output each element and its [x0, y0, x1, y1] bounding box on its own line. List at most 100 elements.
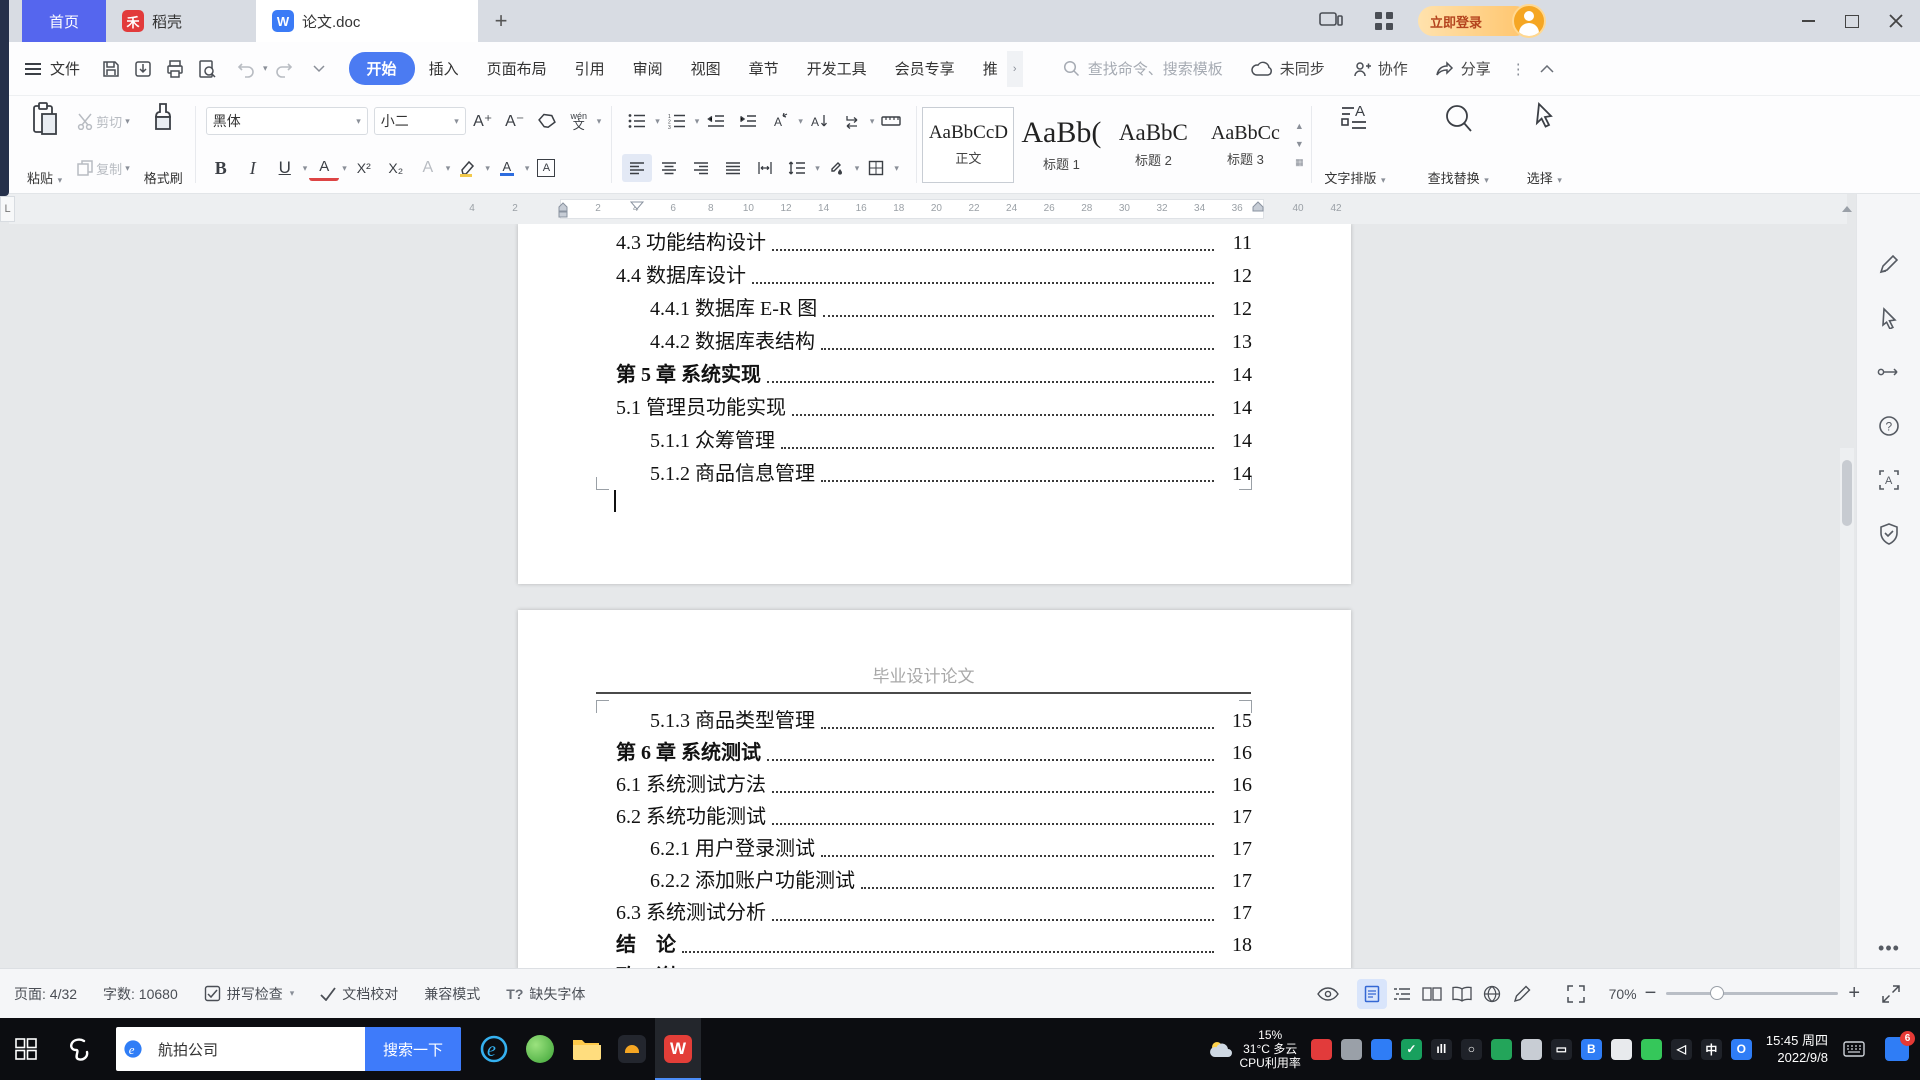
taskbar-search-button[interactable]: 搜索一下: [365, 1027, 461, 1071]
print-preview-icon[interactable]: [194, 56, 220, 82]
document-page-1[interactable]: 4.3 功能结构设计 11 4.4 数据库设计 12 4.4.1 数据库 E-R 图 12…: [518, 224, 1351, 584]
web-view-icon[interactable]: [1477, 979, 1507, 1009]
toc-row[interactable]: 4.4.2 数据库表结构 13: [596, 326, 1252, 359]
font-size-select[interactable]: 小二 ▾: [373, 107, 466, 135]
text-direction-icon[interactable]: [837, 107, 867, 135]
fit-page-icon[interactable]: [1561, 979, 1591, 1009]
word-count[interactable]: 字数: 10680: [103, 984, 178, 1004]
tab-stop-selector[interactable]: L: [0, 196, 15, 222]
numbered-list-icon[interactable]: 123: [662, 107, 692, 135]
rail-more-icon[interactable]: •••: [1871, 930, 1907, 966]
shading-button[interactable]: [822, 154, 852, 182]
tray-icon-12[interactable]: [1640, 1038, 1662, 1060]
help-icon[interactable]: ?: [1871, 408, 1907, 444]
tray-icon-15[interactable]: O: [1730, 1038, 1752, 1060]
menu-tab-review[interactable]: 审阅: [619, 52, 677, 85]
toc-row[interactable]: 5.1 管理员功能实现 14: [596, 392, 1252, 425]
menu-scroll-right[interactable]: ›: [1006, 50, 1023, 87]
tray-icon-6[interactable]: ○: [1460, 1038, 1482, 1060]
weather-cpu-widget[interactable]: 15% 31°C 多云 CPU利用率: [1208, 1028, 1301, 1070]
toc-row[interactable]: 第 5 章 系统实现 14: [596, 359, 1252, 392]
tab-document[interactable]: W 论文.doc: [256, 0, 478, 42]
ie-browser-icon[interactable]: e: [471, 1018, 517, 1080]
more-commands-icon[interactable]: [306, 56, 332, 82]
tray-icon-8[interactable]: [1520, 1038, 1542, 1060]
eye-protect-icon[interactable]: [1313, 979, 1343, 1009]
avatar[interactable]: [1512, 4, 1546, 38]
tray-icon-4[interactable]: ✓: [1400, 1038, 1422, 1060]
toc-row[interactable]: 5.1.1 众筹管理 14: [596, 425, 1252, 458]
menu-tab-dev-tools[interactable]: 开发工具: [793, 52, 881, 85]
file-menu[interactable]: 文件: [24, 58, 80, 79]
line-spacing-button[interactable]: [782, 154, 812, 182]
phonetic-guide-icon[interactable]: wén 文: [564, 107, 594, 135]
menu-tab-recommend[interactable]: 推: [969, 52, 1007, 85]
font-color-accent-button[interactable]: A: [309, 156, 340, 181]
decrease-indent-icon[interactable]: [701, 107, 731, 135]
style-normal[interactable]: AaBbCcD 正文: [922, 106, 1015, 183]
select-button[interactable]: 选择 ▾: [1519, 96, 1570, 193]
zoom-slider[interactable]: [1666, 986, 1839, 1000]
text-effects-button[interactable]: A: [413, 154, 443, 182]
undo-icon[interactable]: [233, 56, 259, 82]
scrollbar-thumb[interactable]: [1842, 460, 1852, 526]
tray-icon-5[interactable]: ıll: [1430, 1038, 1452, 1060]
tab-ruler-icon[interactable]: [876, 107, 906, 135]
quick-pen-icon[interactable]: [1871, 246, 1907, 282]
undo-caret[interactable]: ▾: [263, 63, 268, 74]
minimize-button[interactable]: [1786, 0, 1830, 42]
menu-tab-member[interactable]: 会员专享: [881, 52, 969, 85]
collapse-ribbon-icon[interactable]: [1540, 64, 1554, 73]
book-view-icon[interactable]: [1447, 979, 1477, 1009]
output-icon[interactable]: [130, 56, 156, 82]
tray-icon-7[interactable]: [1490, 1038, 1512, 1060]
proofread-button[interactable]: 文档校对: [320, 984, 398, 1004]
right-indent-marker[interactable]: [1251, 199, 1265, 222]
toc-row[interactable]: 4.4 数据库设计 12: [596, 260, 1252, 293]
collaborate-button[interactable]: 协作: [1353, 58, 1408, 79]
tray-icon-2[interactable]: [1340, 1038, 1362, 1060]
side-panel-strip[interactable]: [0, 0, 9, 196]
menu-tab-section[interactable]: 章节: [735, 52, 793, 85]
format-painter-button[interactable]: 格式刷: [136, 96, 191, 193]
zoom-in-button[interactable]: +: [1848, 982, 1860, 1005]
more-menu-icon[interactable]: ⋮: [1511, 60, 1526, 78]
page-view-icon[interactable]: [1356, 978, 1387, 1009]
align-right-button[interactable]: [686, 154, 716, 182]
toc-row[interactable]: 结 论 18: [596, 930, 1252, 962]
distribute-button[interactable]: [750, 154, 780, 182]
superscript-button[interactable]: X²: [349, 154, 379, 182]
taskbar-search-text[interactable]: 航拍公司: [150, 1039, 365, 1060]
tray-icon-10[interactable]: B: [1580, 1038, 1602, 1060]
scroll-up-icon[interactable]: [1841, 200, 1853, 218]
share-button[interactable]: 分享: [1435, 58, 1491, 79]
edit-pen-icon[interactable]: [1507, 979, 1537, 1009]
tray-icon-9[interactable]: ▭: [1550, 1038, 1572, 1060]
styles-expand-icon[interactable]: ▦: [1295, 157, 1304, 168]
wps-app-icon[interactable]: W: [655, 1018, 701, 1080]
style-heading3[interactable]: AaBbCc 标题 3: [1200, 108, 1290, 182]
vertical-scrollbar[interactable]: [1840, 448, 1854, 968]
increase-font-icon[interactable]: A⁺: [468, 107, 498, 135]
stamp-tool-icon[interactable]: [1871, 516, 1907, 552]
tab-home[interactable]: 首页: [22, 0, 106, 42]
start-button[interactable]: [0, 1018, 52, 1080]
menu-tab-view[interactable]: 视图: [677, 52, 735, 85]
toc-row[interactable]: 6.3 系统测试分析 17: [596, 898, 1252, 930]
cut-button[interactable]: 剪切 ▾: [76, 104, 130, 138]
toc-row[interactable]: 6.2 系统功能测试 17: [596, 802, 1252, 834]
font-name-select[interactable]: 黑体 ▾: [205, 107, 368, 135]
assistant-app-icon[interactable]: [52, 1018, 104, 1080]
touch-keyboard-icon[interactable]: [1834, 1018, 1874, 1080]
italic-button[interactable]: I: [238, 154, 268, 182]
justify-button[interactable]: [718, 154, 748, 182]
styles-scroll-up-icon[interactable]: ▲: [1295, 121, 1304, 131]
select-tool-icon[interactable]: [1871, 300, 1907, 336]
new-tab-button[interactable]: +: [486, 7, 516, 35]
taskbar-clock[interactable]: 15:45 周四 2022/9/8: [1766, 1032, 1828, 1066]
document-page-2[interactable]: 毕业设计论文 5.1.3 商品类型管理 15 第 6 章 系统测试 16 6.1 系统测…: [518, 610, 1351, 968]
toc-row[interactable]: 6.1 系统测试方法 16: [596, 770, 1252, 802]
zoom-slider-knob[interactable]: [1710, 986, 1725, 1000]
page-indicator[interactable]: 页面: 4/32: [14, 984, 77, 1004]
decrease-font-icon[interactable]: A⁻: [500, 107, 530, 135]
